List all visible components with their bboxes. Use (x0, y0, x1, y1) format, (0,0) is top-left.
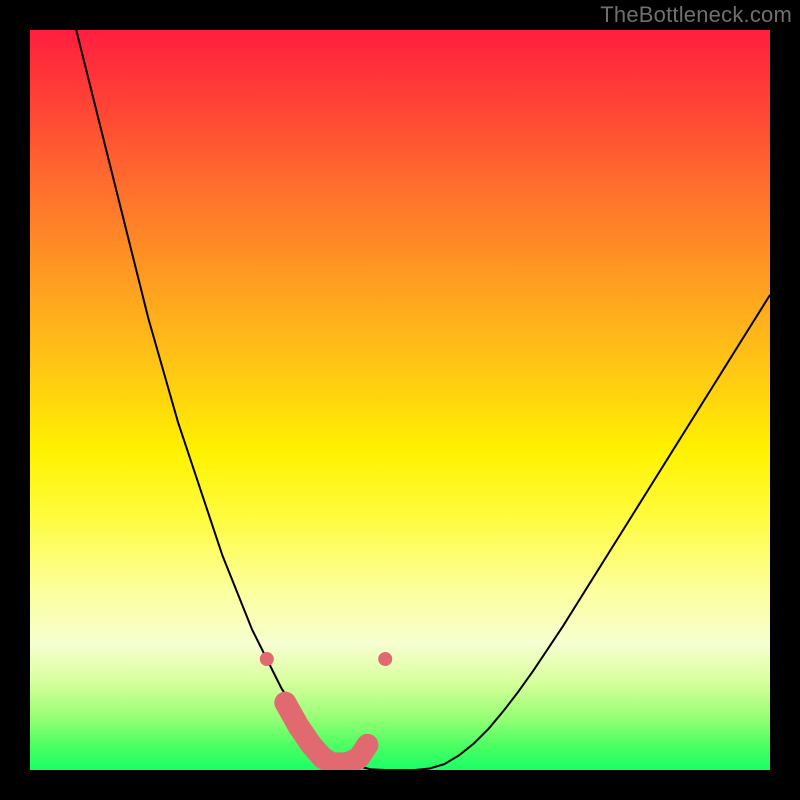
chart-frame: TheBottleneck.com (0, 0, 800, 800)
watermark-text: TheBottleneck.com (600, 2, 792, 28)
valley-highlight (285, 703, 367, 764)
chart-svg (0, 0, 800, 800)
marker-dot (378, 652, 392, 666)
marker-dot (260, 652, 274, 666)
bottleneck-curve (30, 0, 770, 770)
